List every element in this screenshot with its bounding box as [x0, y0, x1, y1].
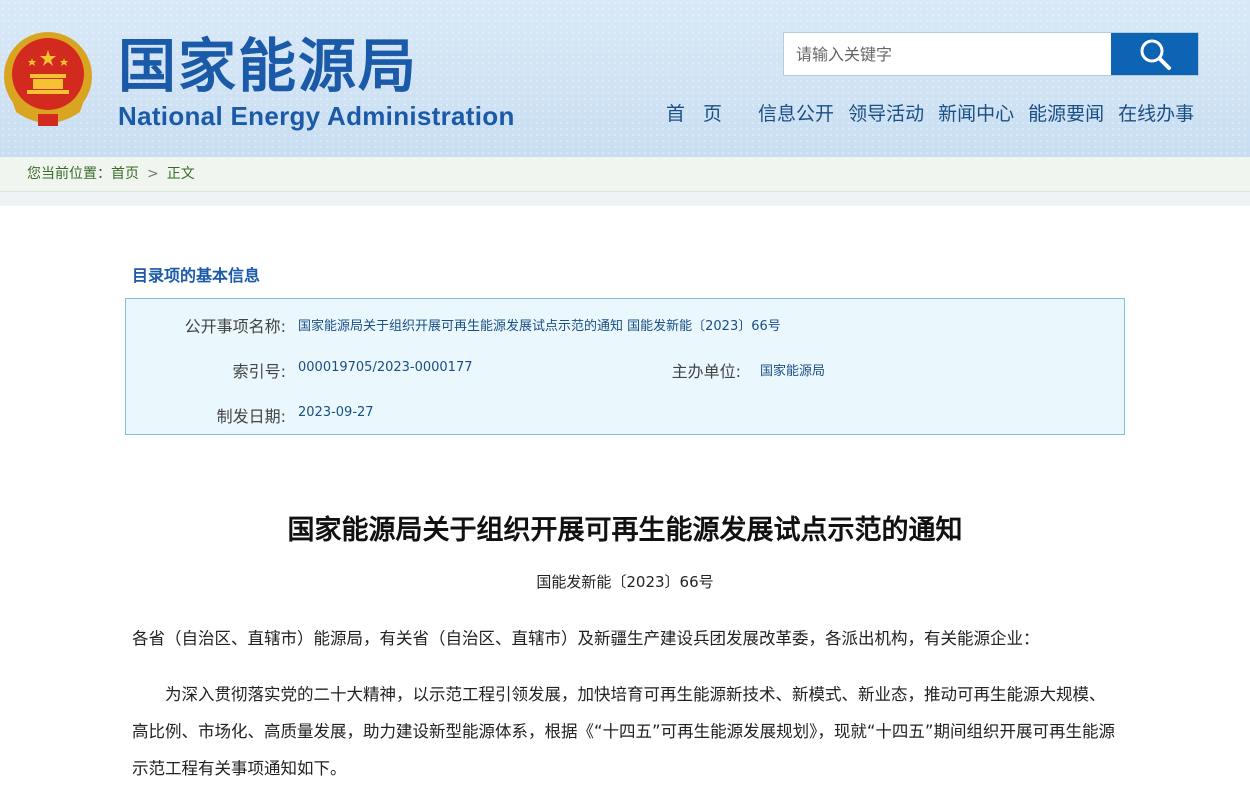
breadcrumb-separator-icon: > [147, 166, 159, 182]
info-box: 公开事项名称: 国家能源局关于组织开展可再生能源发展试点示范的通知 国能发新能〔… [125, 298, 1125, 435]
breadcrumb-current: 正文 [166, 166, 195, 182]
info-date-label: 制发日期: [216, 407, 286, 426]
info-org-value: 国家能源局 [760, 364, 826, 379]
info-index-label: 索引号: [232, 362, 286, 381]
info-name-value: 国家能源局关于组织开展可再生能源发展试点示范的通知 国能发新能〔2023〕66号 [298, 319, 781, 334]
document-body-paragraph: 为深入贯彻落实党的二十大精神，以示范工程引领发展，加快培育可再生能源新技术、新模… [132, 685, 1115, 778]
breadcrumb-home-link[interactable]: 首页 [111, 165, 139, 183]
site-logo-english[interactable]: National Energy Administration [118, 100, 515, 132]
site-logo-chinese[interactable]: 国家能源局 [118, 34, 418, 98]
document-number: 国能发新能〔2023〕66号 [536, 573, 714, 591]
breadcrumb: 您当前位置： 首页 > 正文 [27, 165, 195, 183]
nav-item-leadership[interactable]: 领导活动 [848, 100, 924, 128]
nav-item-home[interactable]: 首 页 [666, 100, 728, 128]
info-section-title: 目录项的基本信息 [132, 266, 261, 285]
nav-item-news-center[interactable]: 新闻中心 [938, 100, 1014, 128]
document-title: 国家能源局关于组织开展可再生能源发展试点示范的通知 [287, 515, 963, 546]
search-icon [1140, 39, 1171, 70]
search-box [783, 32, 1199, 76]
info-org-label: 主办单位: [671, 362, 741, 381]
nav-item-energy-news[interactable]: 能源要闻 [1028, 100, 1104, 128]
site-header: 国家能源局 National Energy Administration 首 页… [0, 0, 1250, 157]
search-input[interactable] [784, 33, 1111, 75]
breadcrumb-prefix: 您当前位置： [27, 166, 111, 182]
main-nav: 首 页 信息公开 领导活动 新闻中心 能源要闻 在线办事 [666, 100, 1208, 128]
search-button[interactable] [1111, 33, 1198, 75]
info-date-value: 2023-09-27 [298, 405, 374, 420]
main-content: 目录项的基本信息 公开事项名称: 国家能源局关于组织开展可再生能源发展试点示范的… [0, 206, 1250, 801]
breadcrumb-bar: 您当前位置： 首页 > 正文 [0, 157, 1250, 192]
nav-item-info-disclosure[interactable]: 信息公开 [758, 100, 834, 128]
nav-item-online-services[interactable]: 在线办事 [1118, 100, 1194, 128]
info-name-label: 公开事项名称: [184, 317, 286, 336]
document-salutation: 各省（自治区、直辖市）能源局，有关省（自治区、直辖市）及新疆生产建设兵团发展改革… [132, 629, 1040, 648]
info-index-value: 000019705/2023-0000177 [298, 360, 473, 375]
national-emblem-icon[interactable] [2, 30, 94, 128]
